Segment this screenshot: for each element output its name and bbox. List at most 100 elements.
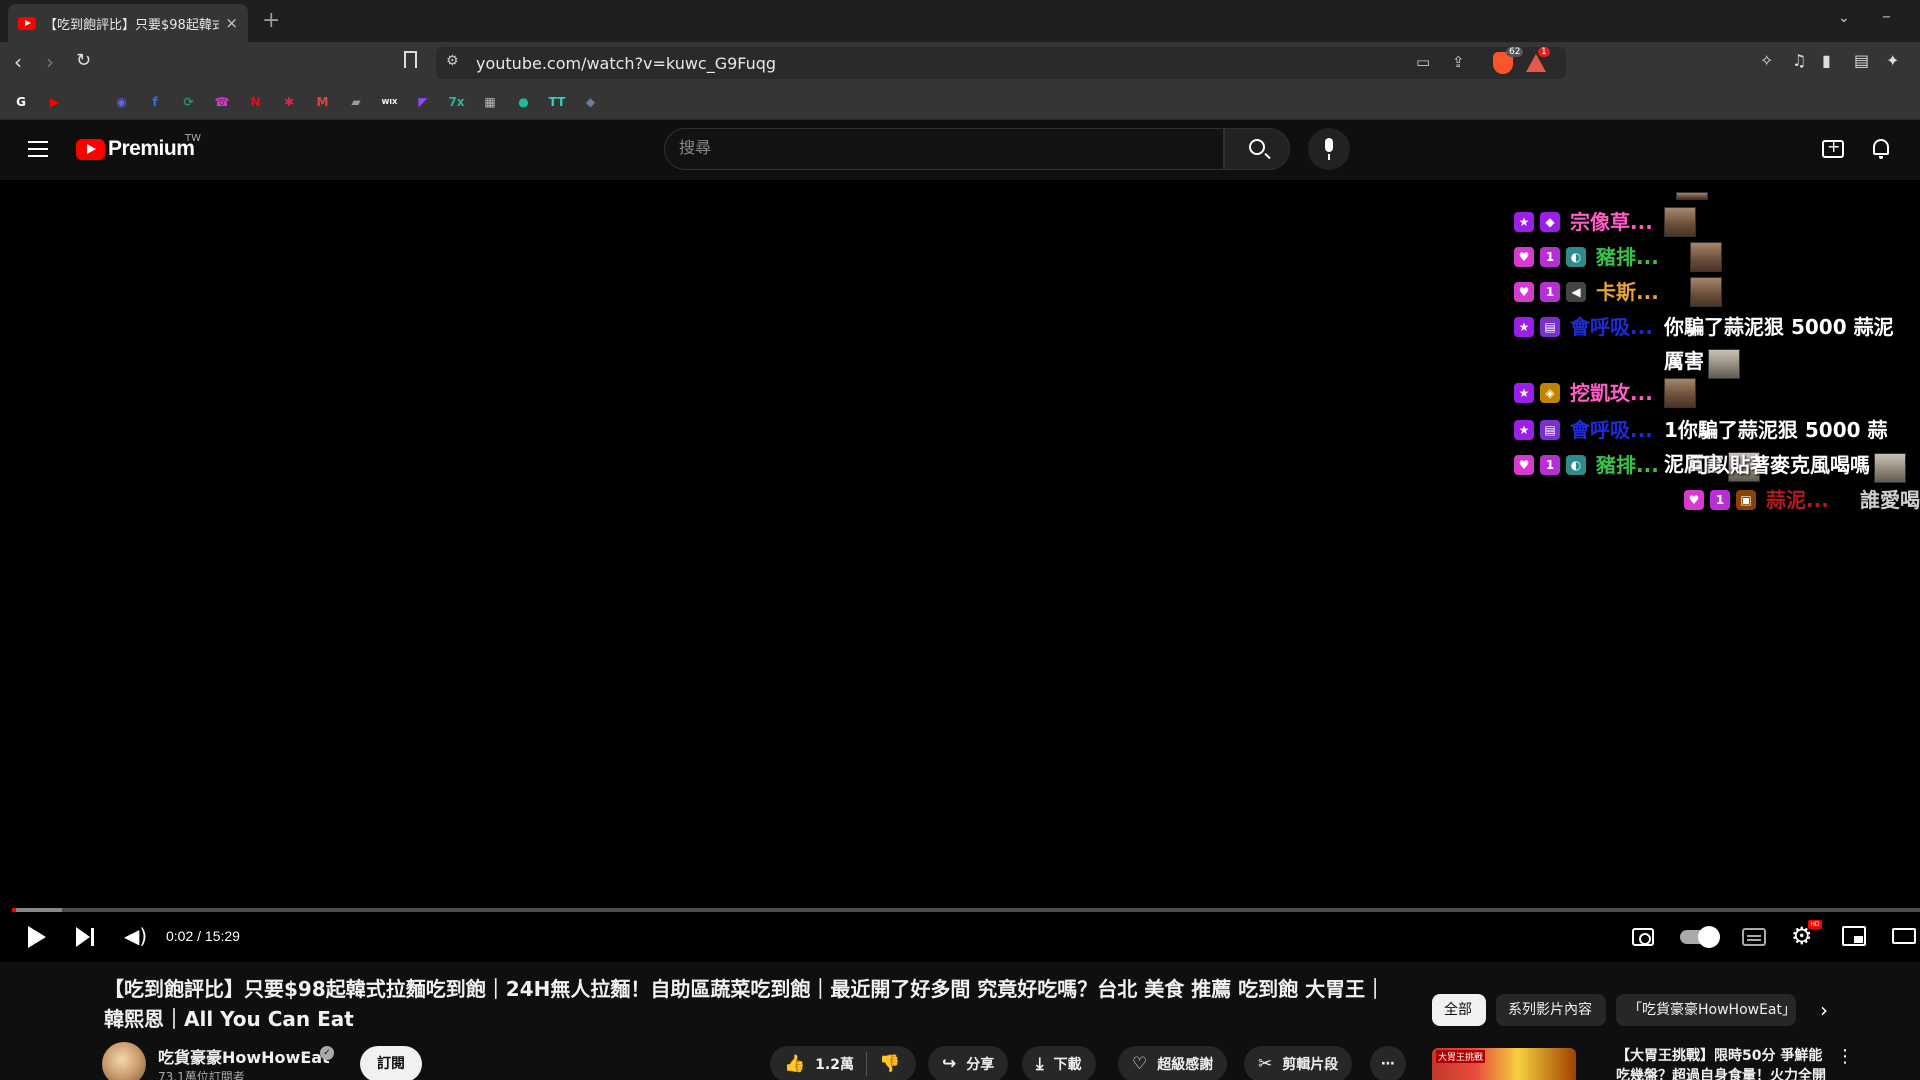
bookmark-twitch-icon[interactable]: ◤ <box>414 93 432 111</box>
chat-message: ♥ 1 ◐ 豬排... <box>1514 240 1722 274</box>
bookmark-youtube-icon[interactable]: ▶ <box>46 93 64 111</box>
browser-tab-active[interactable]: 【吃到飽評比】只要$98起韓式 × <box>8 4 248 42</box>
chat-username: 豬排... <box>1596 453 1659 477</box>
super-thanks-label: 超級感謝 <box>1157 1057 1214 1073</box>
bookmark-wix-icon[interactable]: WIX <box>381 93 399 111</box>
chat-message-body: 誰愛喝詞 <box>1860 483 1920 517</box>
chat-emote-icon <box>1664 378 1696 408</box>
wallet-icon[interactable]: ▤ <box>1854 51 1869 70</box>
share-button[interactable]: ↪ 分享 <box>928 1046 1009 1080</box>
chat-message: ♥ 1 ▣ 蒜泥... 誰愛喝詞 <box>1684 483 1920 517</box>
next-video-icon[interactable] <box>76 927 96 947</box>
chat-username: 卡斯... <box>1596 280 1659 304</box>
star-badge-icon: ★ <box>1514 317 1534 337</box>
share-page-icon[interactable]: ⇪ <box>1452 53 1465 71</box>
create-video-icon[interactable] <box>1822 137 1844 158</box>
bookmark-star-app-icon[interactable]: ✱ <box>280 93 298 111</box>
volume-icon[interactable]: ◀) <box>124 924 147 948</box>
chat-badges: ★ ▤ <box>1514 310 1566 344</box>
site-info-icon[interactable]: ⚙ <box>446 53 459 69</box>
bookmark-tool-icon[interactable]: 7x <box>448 93 466 111</box>
search-input[interactable] <box>679 138 1199 157</box>
play-icon[interactable] <box>28 926 46 948</box>
premium-brand-text[interactable]: Premium <box>108 137 195 161</box>
chat-emote-icon <box>1874 452 1906 483</box>
recommended-title[interactable]: 【大胃王挑戰】限時50分 爭鮮能吃幾盤？超過自身食量！火力全開 <box>1616 1046 1826 1080</box>
download-label: 下載 <box>1053 1057 1082 1073</box>
microphone-stand <box>1328 154 1330 160</box>
screenshot-camera-icon[interactable] <box>1632 928 1654 946</box>
bookmark-gmail-icon[interactable]: M <box>314 93 332 111</box>
bookmark-podcast-icon[interactable]: ☎ <box>213 93 231 111</box>
more-vert-icon[interactable]: ⋮ <box>1836 1046 1854 1067</box>
tab-close-icon[interactable]: × <box>225 14 238 32</box>
recommended-thumbnail[interactable]: 大胃王挑戰 <box>1432 1048 1576 1080</box>
miniplayer-icon[interactable] <box>1842 926 1866 946</box>
subscribe-button[interactable]: 訂閱 <box>360 1046 422 1080</box>
url-text[interactable]: youtube.com/watch?v=kuwc_G9Fuqg <box>476 54 776 73</box>
progress-bar[interactable] <box>12 908 1920 912</box>
sidebar-toggle-icon[interactable]: ▮ <box>1822 51 1831 70</box>
channel-name[interactable]: 吃貨豪豪HowHowEat <box>158 1044 330 1068</box>
bookmark-netflix-icon[interactable]: N <box>247 93 265 111</box>
more-actions-button[interactable]: ⋯ <box>1370 1046 1406 1080</box>
bookmark-drive-icon[interactable]: ▰ <box>347 93 365 111</box>
chat-emote-icon <box>1708 348 1740 379</box>
bookmark-google-icon[interactable]: G <box>12 93 30 111</box>
video-title: 【吃到飽評比】只要$98起韓式拉麵吃到飽｜24H無人拉麵！自助區蔬菜吃到飽｜最近… <box>104 977 1386 1031</box>
browser-toolbar: ‹ › ↻ ⚙ youtube.com/watch?v=kuwc_G9Fuqg … <box>0 42 1920 84</box>
leo-ai-icon[interactable]: ✦ <box>1886 51 1899 70</box>
bookmark-app-icon[interactable] <box>79 93 97 111</box>
bookmark-page-icon[interactable] <box>404 51 417 68</box>
subtitles-icon[interactable] <box>1742 928 1766 946</box>
forward-arrow-icon[interactable]: › <box>46 50 54 74</box>
chip-channel[interactable]: 「吃貨豪豪HowHowEat」 <box>1616 994 1796 1026</box>
extensions-puzzle-icon[interactable]: ✧ <box>1760 51 1773 70</box>
sub-badge-icon: ▤ <box>1540 317 1560 337</box>
address-bar[interactable]: ⚙ youtube.com/watch?v=kuwc_G9Fuqg ▭ ⇪ 62… <box>436 47 1566 79</box>
video-player[interactable]: ★ ◆ 宗像草... ♥ 1 ◐ 豬排... ♥ 1 ◀ 卡斯... ★ ▤ 會呼吸... 你騙了蒜泥狠 5… <box>0 180 1920 962</box>
bookmark-shield-app-icon[interactable]: ◆ <box>582 93 600 111</box>
media-control-music-icon[interactable]: ♫ <box>1792 51 1806 70</box>
like-dislike-group: 👍 1.2萬 👎 <box>770 1046 916 1080</box>
chip-all[interactable]: 全部 <box>1432 994 1486 1026</box>
chat-message-body: 可以貼著麥克風喝嗎 <box>1690 448 1920 483</box>
cast-icon[interactable]: ▭ <box>1416 53 1430 71</box>
bookmark-tt-icon[interactable]: TT <box>548 93 566 111</box>
mute-badge-icon: ◀ <box>1566 282 1586 302</box>
window-minimize-icon[interactable]: – <box>1882 6 1891 27</box>
new-tab-button[interactable]: + <box>262 8 280 33</box>
thumbs-up-icon[interactable]: 👍 <box>784 1054 805 1074</box>
autoplay-toggle[interactable] <box>1680 926 1720 948</box>
menu-hamburger-icon[interactable] <box>28 141 48 157</box>
brave-shields-count: 62 <box>1506 47 1524 57</box>
download-icon: ⤓ <box>1036 1054 1044 1074</box>
bookmark-web-icon[interactable]: ⟳ <box>180 93 198 111</box>
chat-username: 會呼吸... <box>1570 315 1653 339</box>
youtube-logo-icon[interactable] <box>76 139 105 160</box>
subscriber-count: 73.1萬位訂閱者 <box>158 1070 245 1080</box>
voice-search-button[interactable] <box>1308 128 1350 170</box>
search-button[interactable] <box>1224 128 1290 170</box>
bookmark-facebook-icon[interactable]: f <box>146 93 164 111</box>
chips-next-chevron-icon[interactable]: › <box>1820 998 1828 1022</box>
back-arrow-icon[interactable]: ‹ <box>14 50 22 74</box>
download-button[interactable]: ⤓ 下載 <box>1022 1046 1096 1080</box>
chip-series[interactable]: 系列影片內容 <box>1496 994 1606 1026</box>
clip-button[interactable]: ✂ 剪輯片段 <box>1244 1046 1353 1080</box>
reload-icon[interactable]: ↻ <box>76 50 91 71</box>
bookmark-discord-icon[interactable]: ◉ <box>113 93 131 111</box>
channel-avatar[interactable] <box>102 1042 146 1080</box>
super-thanks-button[interactable]: ♡ 超級感謝 <box>1118 1046 1228 1080</box>
chat-badges: ♥ 1 ◀ <box>1514 275 1592 309</box>
microphone-icon <box>1325 138 1333 152</box>
tab-search-chevron-icon[interactable]: ⌄ <box>1838 10 1850 26</box>
notifications-bell-icon[interactable] <box>1873 139 1889 159</box>
like-count[interactable]: 1.2萬 <box>815 1054 854 1074</box>
bookmark-grid-icon[interactable]: ▦ <box>481 93 499 111</box>
thumbs-down-icon[interactable]: 👎 <box>879 1054 900 1074</box>
bookmark-chat-icon[interactable]: ● <box>515 93 533 111</box>
chat-badges: ♥ 1 ◐ <box>1514 240 1592 274</box>
theater-mode-icon[interactable] <box>1892 928 1916 944</box>
bookmarks-bar: G ▶ ◉ f ⟳ ☎ N ✱ M ▰ WIX ◤ 7x ▦ ● TT ◆ <box>0 84 1920 120</box>
